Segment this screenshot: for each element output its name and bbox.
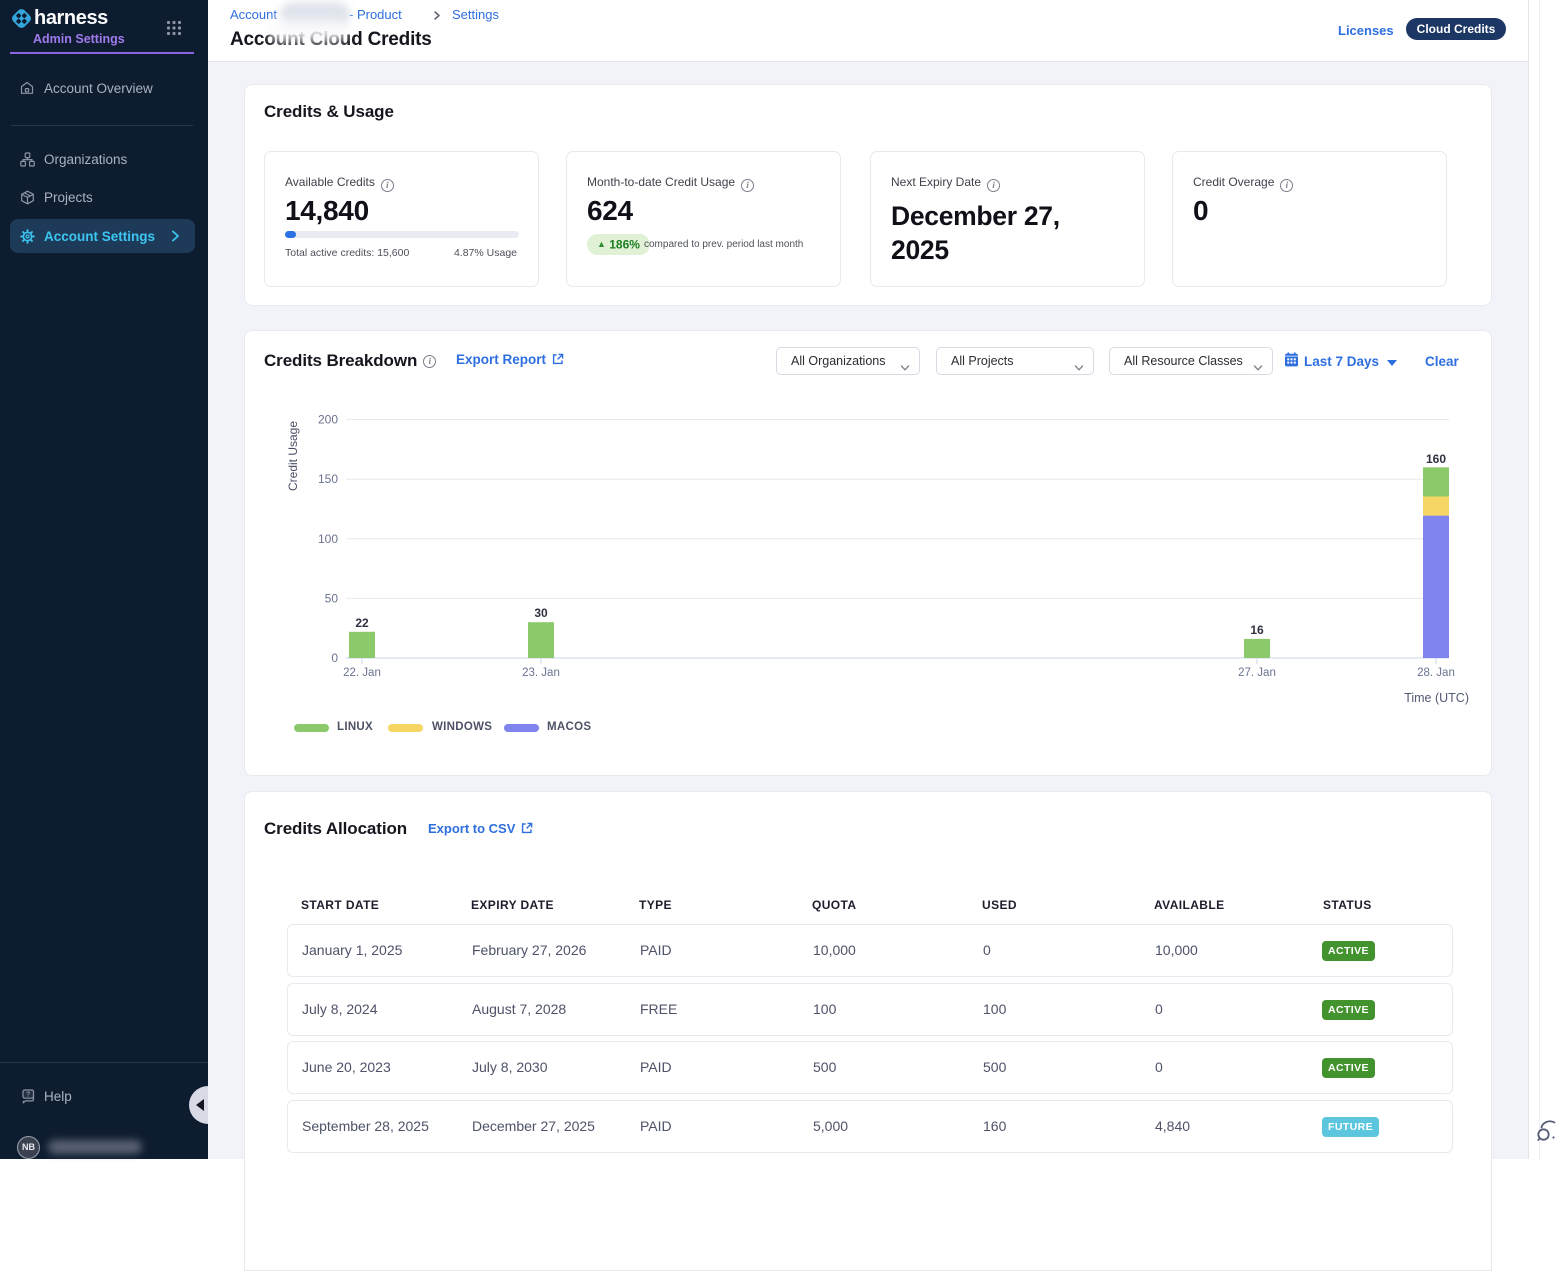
svg-text:160: 160 [1426, 452, 1446, 466]
svg-text:30: 30 [534, 606, 548, 620]
svg-text:22. Jan: 22. Jan [343, 667, 381, 679]
svg-text:200: 200 [318, 413, 338, 427]
svg-text:150: 150 [318, 472, 338, 486]
svg-text:Credit Usage: Credit Usage [286, 421, 300, 491]
svg-text:Time (UTC): Time (UTC) [1404, 691, 1469, 705]
svg-text:50: 50 [325, 591, 339, 605]
svg-text:100: 100 [318, 532, 338, 546]
svg-text:?: ? [26, 1091, 30, 1098]
svg-text:23. Jan: 23. Jan [522, 667, 560, 679]
svg-text:27. Jan: 27. Jan [1238, 667, 1276, 679]
svg-text:0: 0 [331, 651, 338, 665]
svg-text:16: 16 [1250, 623, 1264, 637]
svg-text:22: 22 [355, 616, 369, 630]
svg-text:28. Jan: 28. Jan [1417, 667, 1455, 679]
